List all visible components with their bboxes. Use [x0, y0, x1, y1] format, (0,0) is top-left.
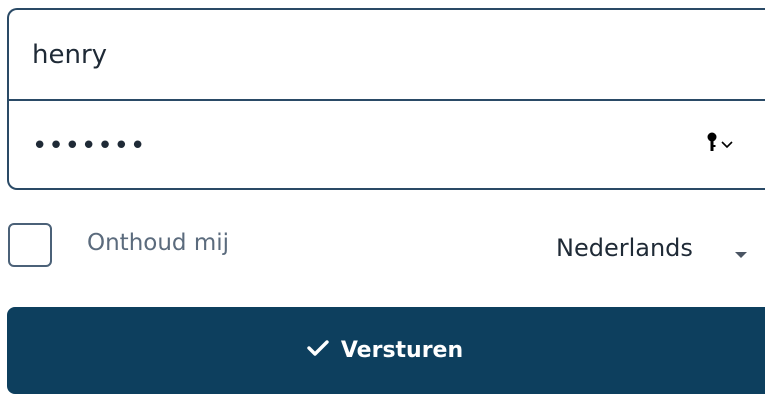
caret-down-icon[interactable] [733, 245, 749, 264]
submit-label: Versturen [340, 338, 464, 363]
chevron-down-icon [720, 135, 734, 154]
login-form: henry ••••••• Onthoud mij Nederlands Ver… [0, 0, 765, 394]
username-value: henry [32, 39, 108, 70]
password-value: ••••••• [32, 130, 147, 161]
key-icon [706, 132, 718, 156]
remember-me-label: Onthoud mij [87, 230, 230, 256]
credentials-group: henry ••••••• [7, 8, 765, 190]
username-field[interactable]: henry [9, 10, 765, 101]
language-selected: Nederlands [556, 234, 693, 262]
language-select[interactable]: Nederlands [556, 234, 693, 262]
password-manager-button[interactable] [706, 132, 734, 156]
submit-button[interactable]: Versturen [7, 307, 765, 394]
check-icon [307, 338, 329, 363]
remember-me-checkbox[interactable] [8, 223, 52, 267]
password-field[interactable]: ••••••• [9, 101, 765, 188]
